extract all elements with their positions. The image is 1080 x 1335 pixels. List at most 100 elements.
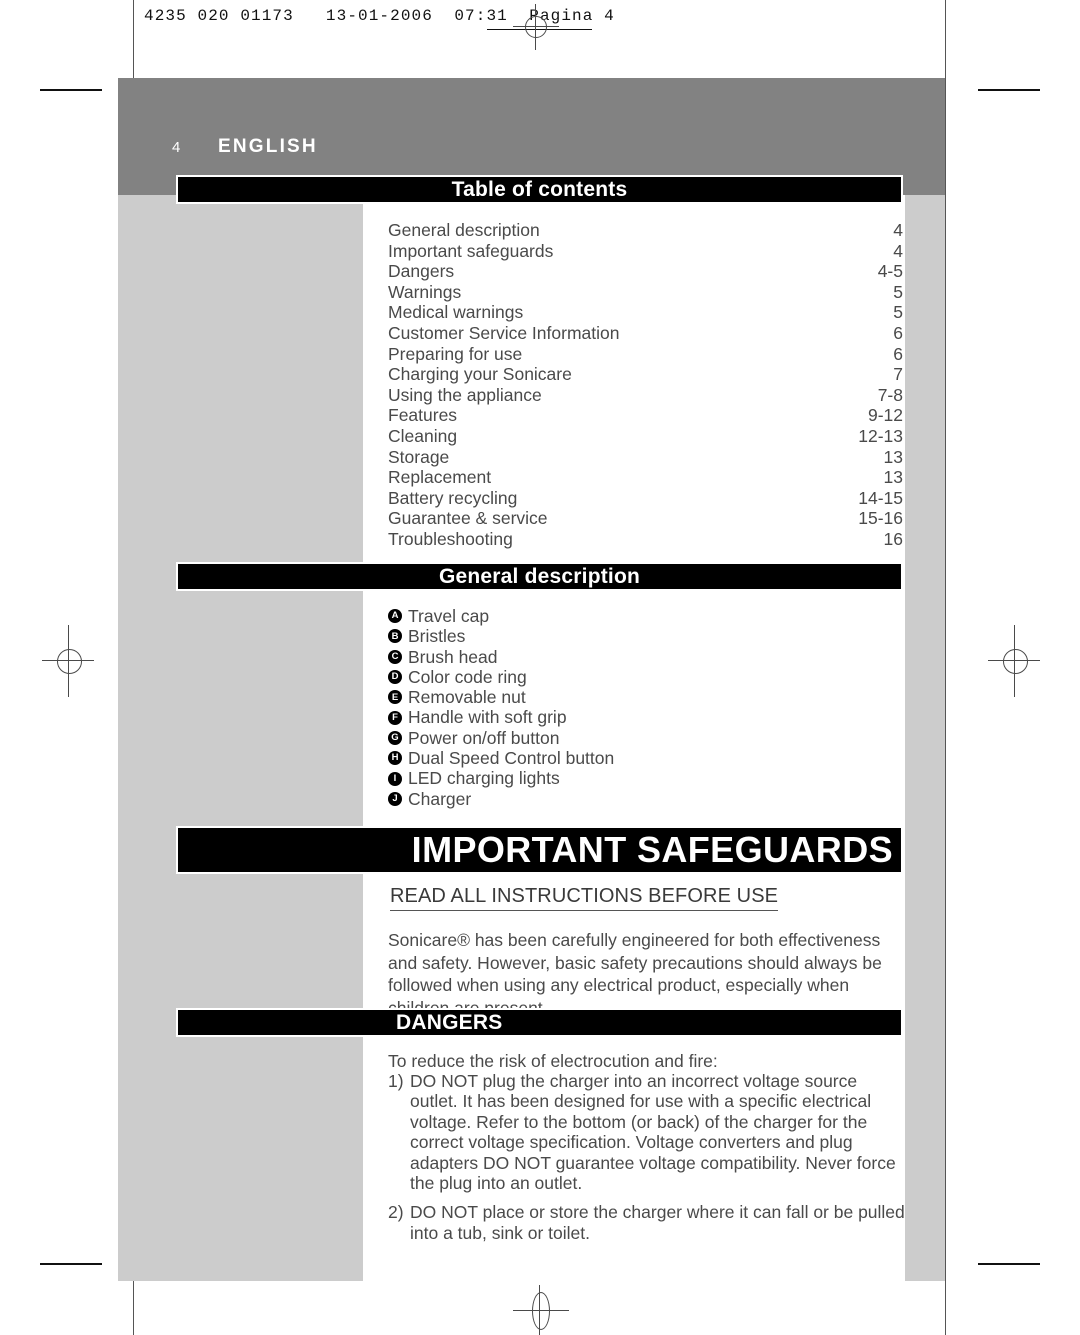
- table-of-contents-list: General description 4 Important safeguards…: [388, 220, 903, 550]
- important-safeguards-heading: IMPORTANT SAFEGUARDS: [176, 826, 903, 874]
- toc-entry-title: Preparing for use: [388, 343, 523, 364]
- danger-list-item: 1) DO NOT plug the charger into an incorr…: [388, 1071, 906, 1193]
- part-list-item: E Removable nut: [388, 687, 903, 707]
- toc-entry[interactable]: Battery recycling 14-15: [388, 488, 903, 509]
- part-letter-badge-icon: G: [388, 730, 402, 745]
- toc-entry-pages: 15-16: [858, 508, 903, 529]
- toc-entry-title: Cleaning: [388, 425, 458, 446]
- toc-entry[interactable]: Dangers 4-5: [388, 261, 903, 282]
- toc-entry-pages: 9-12: [867, 405, 903, 426]
- general-description-heading: General description: [176, 562, 903, 591]
- toc-entry[interactable]: Features 9-12: [388, 405, 903, 426]
- important-safeguards-intro: Sonicare® has been carefully engineered …: [388, 929, 906, 1019]
- dangers-heading-text: DANGERS: [396, 1010, 503, 1034]
- part-letter-badge-icon: I: [388, 771, 402, 786]
- toc-entry[interactable]: Storage 13: [388, 447, 903, 468]
- registration-mark-left: [42, 625, 94, 697]
- trim-line-right: [945, 0, 946, 1335]
- toc-entry-pages: 5: [893, 281, 903, 302]
- toc-entry-pages: 12-13: [858, 425, 903, 446]
- part-label: LED charging lights: [408, 768, 560, 789]
- toc-entry-title: General description: [388, 220, 540, 240]
- toc-entry-title: Medical warnings: [388, 302, 524, 323]
- part-list-item: A Travel cap: [388, 606, 903, 626]
- toc-entry-title: Storage: [388, 446, 450, 467]
- toc-entry-pages: 13: [883, 446, 903, 467]
- table-of-contents-heading: Table of contents: [176, 175, 903, 204]
- toc-entry-pages: 7: [893, 364, 903, 385]
- toc-entry-pages: 4: [893, 240, 903, 261]
- toc-entry[interactable]: Cleaning 12-13: [388, 426, 903, 447]
- danger-item-text: DO NOT place or store the charger where …: [410, 1202, 905, 1243]
- registration-mark-right: [988, 625, 1040, 697]
- crop-mark-bottom-left: [40, 1263, 102, 1265]
- toc-entry-pages: 6: [893, 322, 903, 343]
- toc-entry-pages: 4: [893, 220, 903, 240]
- toc-entry[interactable]: Customer Service Information 6: [388, 323, 903, 344]
- toc-entry-pages: 5: [893, 302, 903, 323]
- dangers-heading: DANGERS: [176, 1008, 903, 1037]
- part-label: Dual Speed Control button: [408, 748, 615, 769]
- part-list-item: B Bristles: [388, 626, 903, 646]
- left-gray-column: [118, 195, 363, 1281]
- toc-entry-pages: 16: [883, 528, 903, 549]
- toc-entry-pages: 6: [893, 343, 903, 364]
- part-label: Brush head: [408, 646, 498, 667]
- toc-entry[interactable]: General description 4: [388, 220, 903, 241]
- part-list-item: G Power on/off button: [388, 728, 903, 748]
- part-label: Handle with soft grip: [408, 707, 567, 728]
- crop-mark-top-left: [40, 89, 102, 91]
- toc-entry-title: Troubleshooting: [388, 528, 513, 549]
- crop-mark-bottom-right: [978, 1263, 1040, 1265]
- important-safeguards-intro-text: Sonicare® has been carefully engineered …: [388, 930, 882, 1018]
- toc-entry[interactable]: Replacement 13: [388, 467, 903, 488]
- part-list-item: F Handle with soft grip: [388, 707, 903, 727]
- toc-entry[interactable]: Using the appliance 7-8: [388, 385, 903, 406]
- toc-entry-title: Charging your Sonicare: [388, 364, 572, 385]
- part-label: Travel cap: [408, 606, 490, 626]
- part-list-item: C Brush head: [388, 647, 903, 667]
- toc-entry-title: Features: [388, 405, 458, 426]
- toc-entry-title: Battery recycling: [388, 487, 518, 508]
- dangers-numbered-list: 1) DO NOT plug the charger into an incorr…: [388, 1071, 906, 1252]
- toc-entry-title: Customer Service Information: [388, 322, 620, 343]
- toc-entry-title: Dangers: [388, 261, 455, 282]
- toc-entry[interactable]: Warnings 5: [388, 282, 903, 303]
- table-of-contents-heading-text: Table of contents: [451, 177, 628, 201]
- part-letter-badge-icon: D: [388, 670, 402, 685]
- danger-item-text: DO NOT plug the charger into an incorrec…: [410, 1071, 896, 1194]
- toc-entry-pages: 4-5: [877, 261, 903, 282]
- toc-entry-pages: 14-15: [858, 487, 903, 508]
- danger-item-number: 2): [388, 1202, 404, 1223]
- part-list-item: D Color code ring: [388, 667, 903, 687]
- toc-entry[interactable]: Charging your Sonicare 7: [388, 364, 903, 385]
- part-letter-badge-icon: A: [388, 609, 402, 624]
- dangers-lead-text: To reduce the risk of electrocution and …: [388, 1051, 718, 1071]
- toc-entry-pages: 13: [883, 467, 903, 488]
- part-letter-badge-icon: E: [388, 690, 402, 705]
- toc-entry-pages: 7-8: [877, 384, 903, 405]
- danger-item-number: 1): [388, 1071, 404, 1091]
- danger-list-item: 2) DO NOT place or store the charger wher…: [388, 1202, 906, 1243]
- crop-mark-top-right: [978, 89, 1040, 91]
- registration-mark-bottom: [513, 1285, 569, 1335]
- toc-entry[interactable]: Medical warnings 5: [388, 302, 903, 323]
- toc-entry[interactable]: Important safeguards 4: [388, 241, 903, 262]
- toc-entry-title: Warnings: [388, 281, 462, 302]
- part-label: Charger: [408, 788, 472, 809]
- page-language-label: ENGLISH: [218, 136, 318, 157]
- part-label: Removable nut: [408, 687, 526, 708]
- page-folio-number: 4: [172, 139, 181, 156]
- part-letter-badge-icon: H: [388, 751, 402, 766]
- toc-entry[interactable]: Guarantee & service 15-16: [388, 508, 903, 529]
- registration-mark-top: [513, 4, 559, 50]
- part-label: Bristles: [408, 626, 466, 647]
- part-letter-badge-icon: B: [388, 629, 402, 644]
- toc-entry-title: Replacement: [388, 467, 492, 488]
- toc-entry-title: Using the appliance: [388, 384, 542, 405]
- right-gray-strip: [905, 195, 945, 1281]
- toc-entry[interactable]: Troubleshooting 16: [388, 529, 903, 550]
- toc-entry-title: Guarantee & service: [388, 508, 548, 529]
- toc-entry[interactable]: Preparing for use 6: [388, 344, 903, 365]
- part-label: Power on/off button: [408, 727, 560, 748]
